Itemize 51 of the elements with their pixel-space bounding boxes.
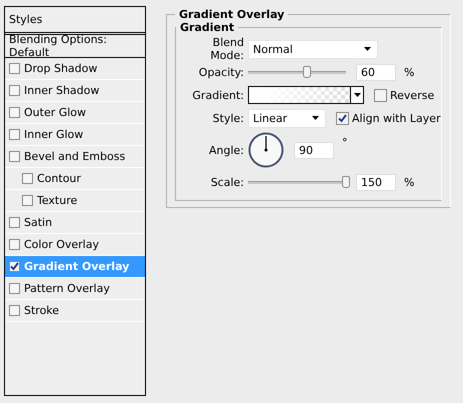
style-list-item[interactable]: Satin xyxy=(5,212,145,234)
slider-thumb[interactable] xyxy=(342,176,350,188)
style-dropdown[interactable]: Linear xyxy=(248,108,326,128)
field-label: Style: xyxy=(212,112,245,124)
styles-header[interactable]: Styles xyxy=(5,7,145,35)
style-list-item[interactable]: Texture xyxy=(5,190,145,212)
field-label: Opacity: xyxy=(198,66,245,78)
checkbox[interactable] xyxy=(9,217,20,228)
slider-thumb[interactable] xyxy=(302,66,311,78)
field-label: Gradient: xyxy=(191,88,245,102)
style-list-item[interactable]: Inner Glow xyxy=(5,124,145,146)
style-list-item[interactable]: Contour xyxy=(5,168,145,190)
gradient-picker[interactable] xyxy=(248,86,364,104)
dropdown-arrow-icon xyxy=(354,93,360,97)
checkbox[interactable] xyxy=(22,173,33,184)
number-field[interactable]: 60 xyxy=(356,64,396,80)
blend-mode-dropdown[interactable]: Normal xyxy=(248,40,378,58)
checkbox-label: Align with Layer xyxy=(352,112,441,124)
checkbox[interactable] xyxy=(9,239,20,250)
style-list-item[interactable]: Outer Glow xyxy=(5,102,145,124)
number-field[interactable]: 150 xyxy=(356,174,396,190)
style-list-item[interactable]: Pattern Overlay xyxy=(5,278,145,300)
unit-label: ° xyxy=(342,136,348,149)
checkbox[interactable] xyxy=(22,195,33,206)
checkbox[interactable] xyxy=(9,107,20,118)
style-list-item[interactable]: Stroke xyxy=(5,300,145,322)
angle-dial[interactable] xyxy=(248,132,284,168)
checkbox[interactable] xyxy=(9,129,20,140)
checkbox[interactable] xyxy=(9,63,20,74)
checkbox[interactable] xyxy=(336,112,349,124)
group-title: Gradient xyxy=(179,21,236,34)
checkbox-label: Reverse xyxy=(390,88,434,102)
dropdown-arrow-icon xyxy=(364,47,371,51)
dropdown-arrow-icon xyxy=(312,116,319,120)
checkbox[interactable] xyxy=(9,261,20,272)
group-title: Gradient Overlay xyxy=(178,8,286,21)
style-list-item[interactable]: Drop Shadow xyxy=(5,58,145,80)
unit-label: % xyxy=(404,66,414,78)
number-field[interactable]: 90 xyxy=(294,142,334,158)
checkbox[interactable] xyxy=(374,88,387,102)
checkbox[interactable] xyxy=(9,85,20,96)
checkbox[interactable] xyxy=(9,151,20,162)
field-label: Angle: xyxy=(208,144,245,156)
field-label: Blend Mode: xyxy=(209,36,245,62)
unit-label: % xyxy=(404,176,414,188)
style-list-item[interactable]: Bevel and Emboss xyxy=(5,146,145,168)
style-list-item[interactable]: Inner Shadow xyxy=(5,80,145,102)
checkbox[interactable] xyxy=(9,283,20,294)
blending-options-item[interactable]: Blending Options: Default xyxy=(5,35,145,58)
checkbox[interactable] xyxy=(9,305,20,316)
field-label: Scale: xyxy=(210,176,245,188)
